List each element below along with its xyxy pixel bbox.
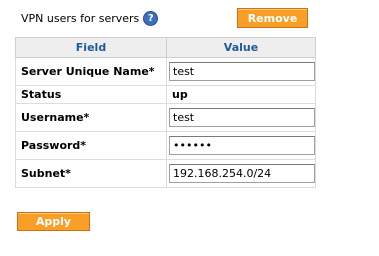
column-header-value: Value — [166, 37, 316, 58]
username-label: Username* — [15, 103, 167, 132]
status-value: up — [172, 88, 188, 101]
table-row-status: Status up — [15, 85, 316, 104]
password-input[interactable] — [169, 136, 315, 155]
subnet-input[interactable] — [169, 164, 315, 183]
status-label: Status — [15, 85, 167, 104]
page-title: VPN users for servers — [21, 12, 140, 25]
server-unique-name-label: Server Unique Name* — [15, 57, 167, 86]
table-row-password: Password* — [15, 131, 316, 160]
vpn-user-form-table: Field Value Server Unique Name* Status u… — [15, 37, 316, 188]
help-icon[interactable]: ? — [143, 11, 159, 26]
section-header: VPN users for servers ? — [21, 11, 159, 26]
table-row-username: Username* — [15, 103, 316, 132]
username-input[interactable] — [169, 108, 315, 127]
remove-button[interactable]: Remove — [237, 8, 308, 28]
apply-button[interactable]: Apply — [17, 212, 90, 231]
table-header-row: Field Value — [15, 37, 316, 58]
table-row-subnet: Subnet* — [15, 159, 316, 188]
subnet-label: Subnet* — [15, 159, 167, 188]
column-header-field: Field — [15, 37, 167, 58]
server-unique-name-input[interactable] — [169, 62, 315, 81]
password-label: Password* — [15, 131, 167, 160]
table-row-server-unique-name: Server Unique Name* — [15, 57, 316, 86]
